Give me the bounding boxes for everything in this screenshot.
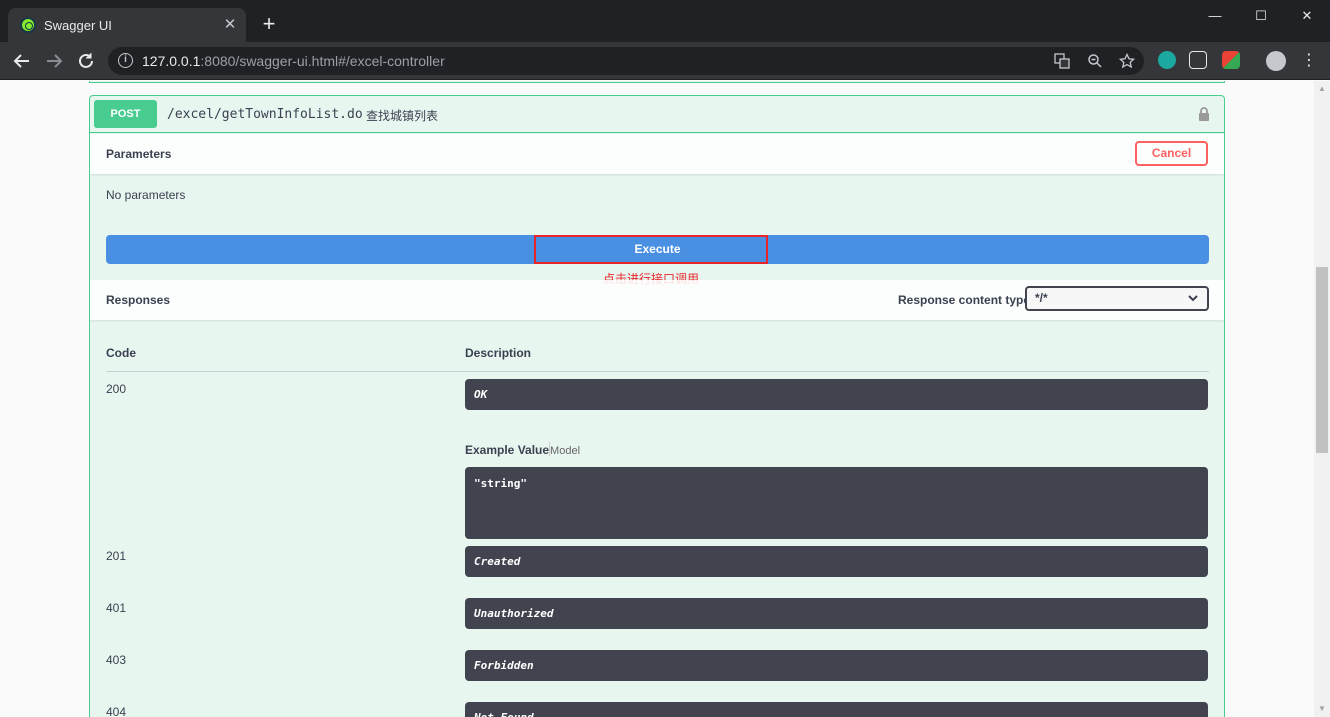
response-code: 404 — [106, 705, 127, 717]
extension-teal-icon[interactable] — [1158, 51, 1176, 69]
response-code: 201 — [106, 549, 127, 563]
response-content-type-value: */* — [1035, 291, 1048, 305]
example-value-box: "string" — [465, 467, 1208, 539]
method-badge: POST — [94, 100, 157, 128]
address-bar[interactable]: i 127.0.0.1:8080/swagger-ui.html#/excel-… — [108, 47, 1144, 75]
zoom-icon[interactable] — [1087, 53, 1103, 69]
no-parameters-text: No parameters — [106, 188, 186, 202]
tab-close-icon[interactable]: ✕ — [220, 15, 240, 35]
reload-icon[interactable] — [75, 50, 97, 72]
chevron-down-icon — [1187, 291, 1199, 305]
translate-icon[interactable] — [1054, 53, 1070, 69]
operation-path: /excel/getTownInfoList.do — [167, 107, 363, 122]
example-value-tab[interactable]: Example Value — [465, 443, 549, 457]
bookmark-star-icon[interactable] — [1118, 52, 1136, 69]
response-code: 401 — [106, 601, 127, 615]
extension-color-icon[interactable] — [1222, 51, 1240, 69]
operation-summary[interactable]: POST /excel/getTownInfoList.do 查找城镇列表 — [90, 96, 1224, 133]
operation-block-post: POST /excel/getTownInfoList.do 查找城镇列表 Pa… — [89, 95, 1225, 717]
response-description: Unauthorized — [465, 598, 1208, 629]
page-scrollbar[interactable]: ▲ ▼ — [1314, 81, 1330, 717]
model-tab[interactable]: Model — [550, 445, 580, 457]
profile-avatar-icon[interactable] — [1266, 51, 1286, 71]
url-text[interactable]: 127.0.0.1:8080/swagger-ui.html#/excel-co… — [142, 53, 445, 69]
response-description: OK — [465, 379, 1208, 410]
page-viewport: POST /excel/getTownInfoList.do 查找城镇列表 Pa… — [0, 81, 1314, 717]
parameters-title: Parameters — [106, 147, 172, 161]
response-content-type-select[interactable]: */* — [1025, 286, 1209, 311]
operation-description: 查找城镇列表 — [366, 109, 439, 123]
browser-menu-icon[interactable]: ⋮ — [1298, 50, 1320, 72]
annotation-highlight-box — [534, 235, 768, 264]
site-info-icon[interactable]: i — [118, 53, 133, 68]
lock-icon[interactable] — [1198, 106, 1210, 122]
scrollbar-thumb[interactable] — [1316, 267, 1328, 453]
responses-header: Responses Response content type */* — [90, 280, 1224, 320]
response-content-type-label: Response content type — [898, 293, 1031, 307]
extension-reader-icon[interactable] — [1189, 51, 1207, 69]
example-tabs: Example ValueModel — [465, 442, 580, 457]
response-description: Not Found — [465, 702, 1208, 717]
responses-title: Responses — [106, 293, 171, 307]
browser-toolbar: i 127.0.0.1:8080/swagger-ui.html#/excel-… — [0, 42, 1330, 80]
maximize-window-button[interactable]: ☐ — [1238, 0, 1284, 32]
tab-title: Swagger UI — [44, 18, 112, 33]
close-window-button[interactable]: ✕ — [1284, 0, 1330, 32]
response-code: 403 — [106, 653, 127, 667]
browser-tab[interactable]: Swagger UI ✕ — [8, 8, 246, 42]
forward-arrow-icon[interactable] — [43, 50, 65, 72]
parameters-header: Parameters Cancel — [90, 134, 1224, 174]
cancel-button[interactable]: Cancel — [1135, 141, 1208, 166]
swagger-favicon-icon — [20, 17, 36, 33]
back-arrow-icon[interactable] — [11, 50, 33, 72]
response-description: Created — [465, 546, 1208, 577]
new-tab-button[interactable]: + — [258, 13, 280, 36]
scroll-down-arrow-icon[interactable]: ▼ — [1314, 701, 1330, 717]
header-divider — [106, 371, 1209, 372]
scroll-up-arrow-icon[interactable]: ▲ — [1314, 81, 1330, 97]
response-description: Forbidden — [465, 650, 1208, 681]
previous-operation-edge — [89, 81, 1225, 83]
description-column-header: Description — [465, 346, 532, 360]
browser-tab-strip: Swagger UI ✕ + — ☐ ✕ — [0, 0, 1330, 42]
response-code: 200 — [106, 382, 127, 396]
code-column-header: Code — [106, 346, 136, 360]
minimize-window-button[interactable]: — — [1192, 0, 1238, 32]
